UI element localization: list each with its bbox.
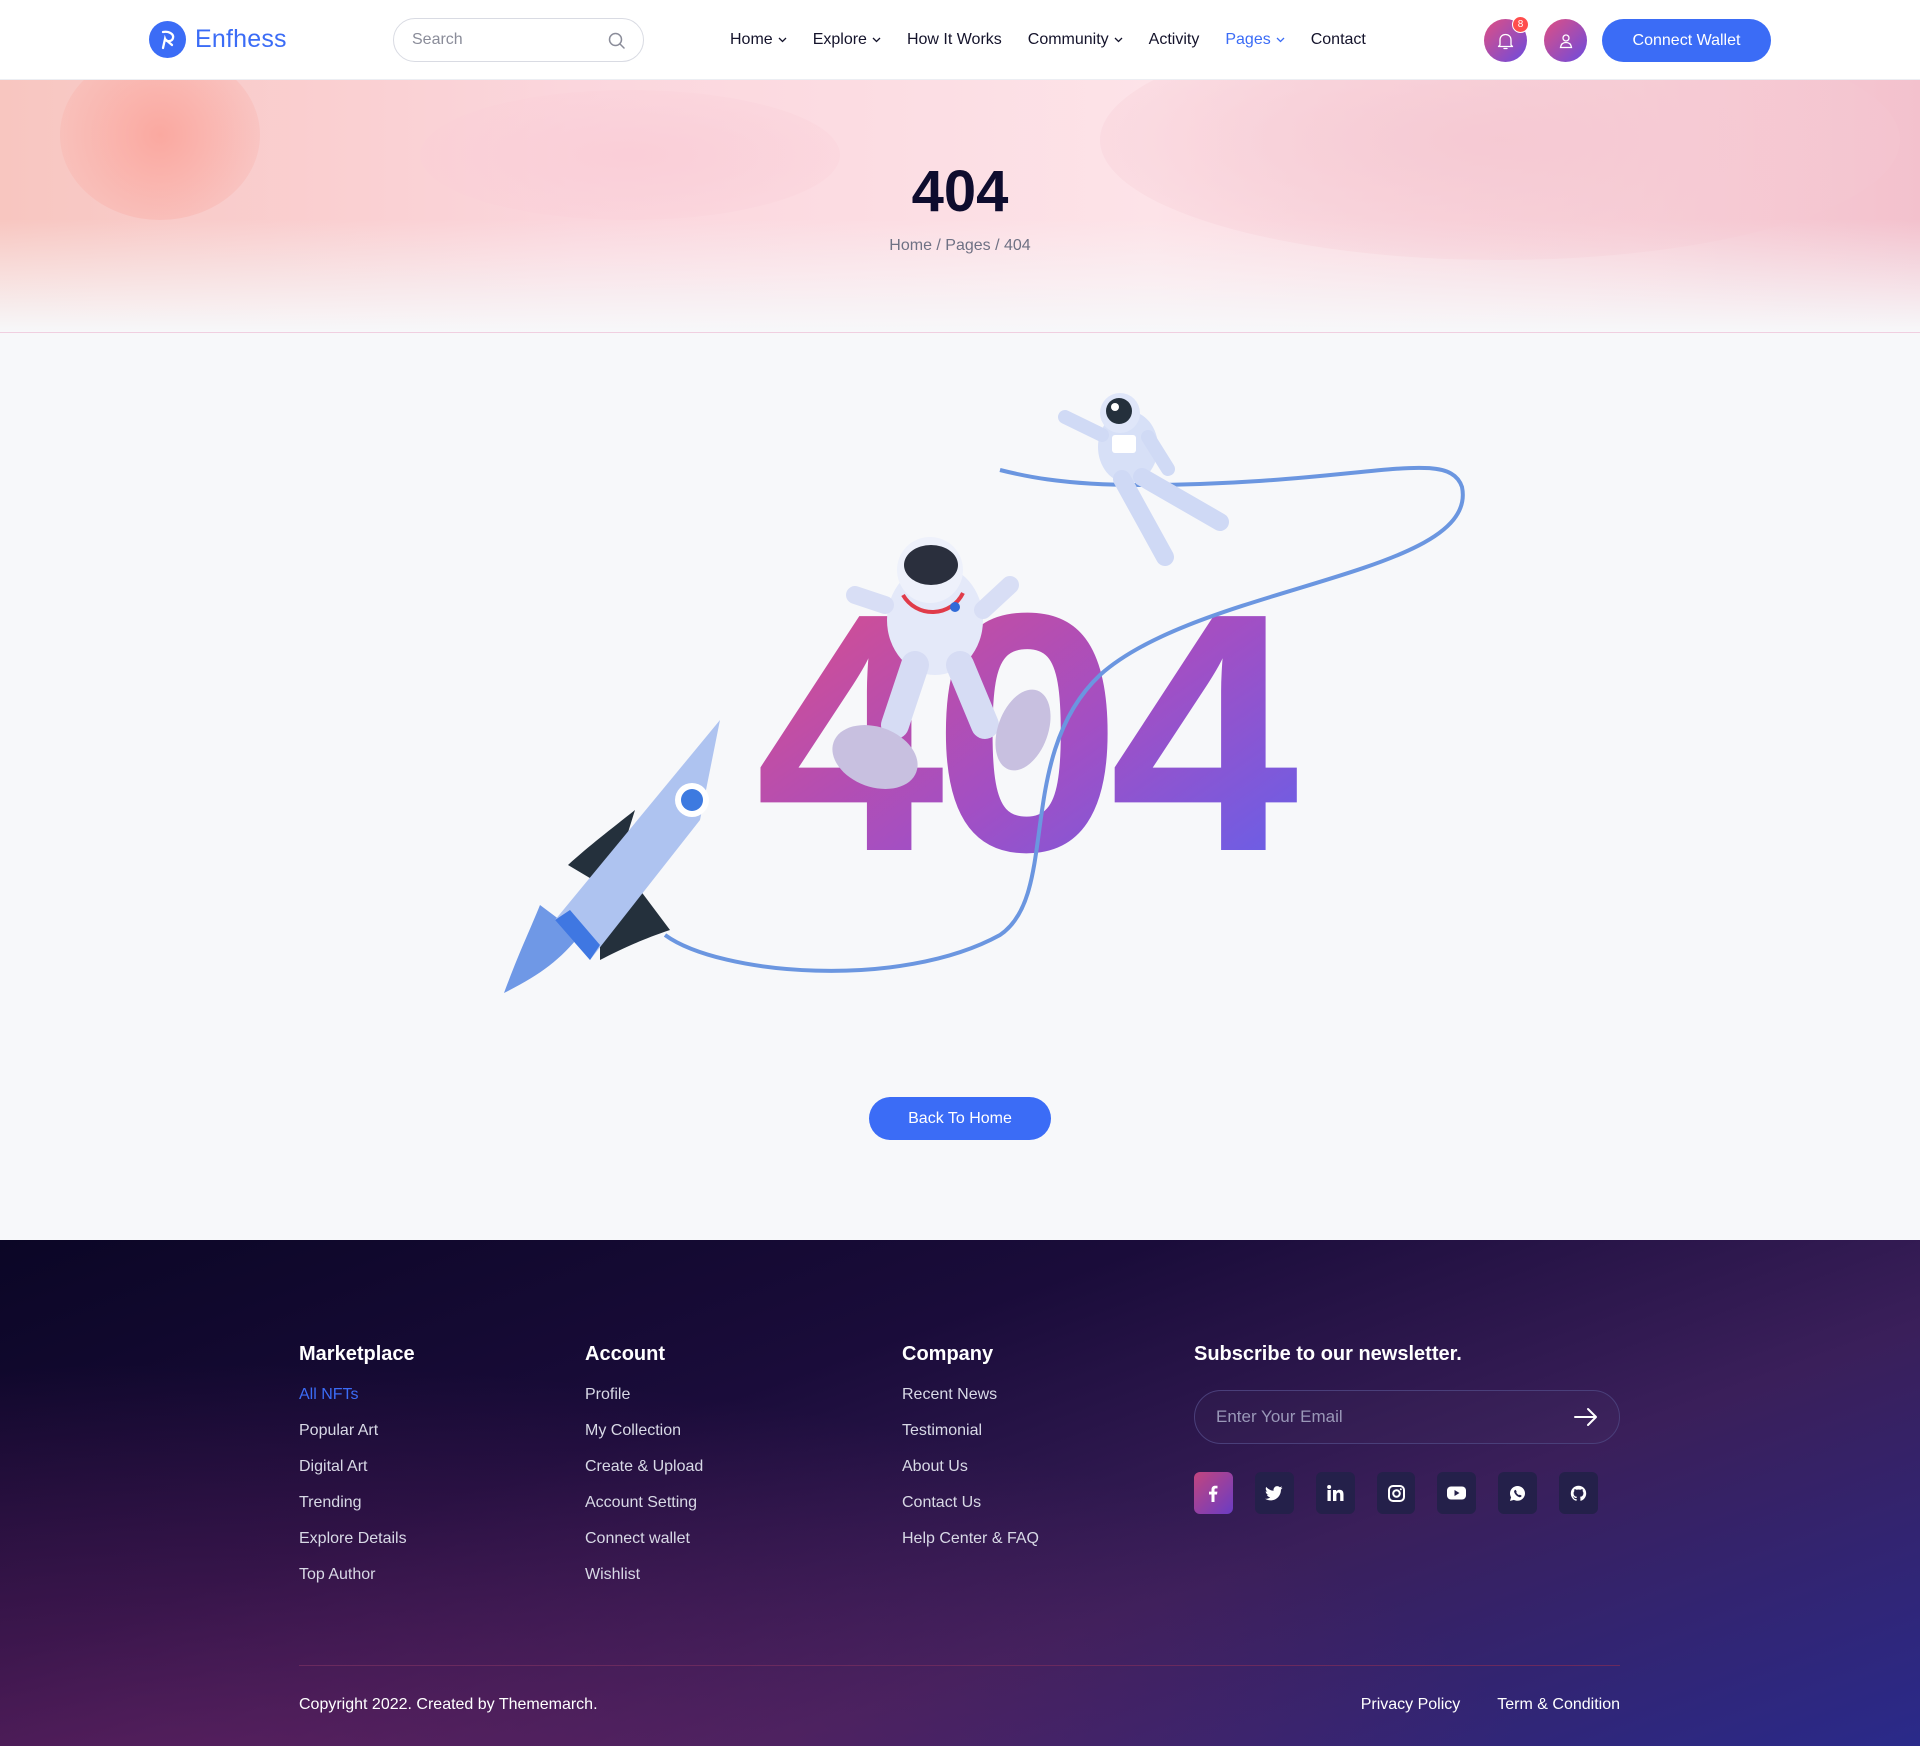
profile-button[interactable]: [1544, 19, 1587, 62]
connect-wallet-button[interactable]: Connect Wallet: [1602, 19, 1771, 62]
newsletter-section: Subscribe to our newsletter.: [1194, 1343, 1620, 1514]
hero-divider: [0, 332, 1920, 333]
brand-name: Enfhess: [195, 25, 287, 53]
copyright-text: Copyright 2022. Created by Thememarch.: [299, 1696, 598, 1713]
page-hero: 404 Home / Pages / 404: [0, 80, 1920, 333]
newsletter-email-input[interactable]: [1216, 1391, 1556, 1443]
nav-community-label: Community: [1027, 31, 1109, 48]
notifications-button[interactable]: 8: [1484, 16, 1529, 62]
bell-icon: [1497, 33, 1514, 49]
footer-link-account-setting[interactable]: Account Setting: [585, 1494, 703, 1511]
footer-column-title: Marketplace: [299, 1343, 415, 1365]
github-icon[interactable]: [1559, 1472, 1599, 1514]
footer-link-trending[interactable]: Trending: [299, 1494, 415, 1511]
footer-account: Account Profile My Collection Create & U…: [585, 1343, 703, 1602]
footer-divider: [299, 1665, 1620, 1666]
legal-links: Privacy Policy Term & Condition: [1324, 1696, 1620, 1714]
nav-pages[interactable]: Pages: [1225, 31, 1285, 49]
whatsapp-icon[interactable]: [1498, 1472, 1538, 1514]
notification-badge: 8: [1512, 16, 1529, 33]
footer-company: Company Recent News Testimonial About Us…: [902, 1343, 1039, 1566]
floating-astronaut: [1058, 393, 1229, 566]
rocket-illustration: [504, 720, 720, 993]
footer-link-popular-art[interactable]: Popular Art: [299, 1422, 415, 1439]
footer-link-explore-details[interactable]: Explore Details: [299, 1530, 415, 1547]
nav-home[interactable]: Home: [730, 31, 787, 49]
footer-link-profile[interactable]: Profile: [585, 1386, 703, 1403]
footer-link-create-upload[interactable]: Create & Upload: [585, 1458, 703, 1475]
arrow-right-icon[interactable]: [1573, 1405, 1599, 1434]
site-header: Enfhess Home Explore How It Works Commun…: [0, 0, 1920, 80]
breadcrumb: Home / Pages / 404: [889, 237, 1031, 254]
footer-link-top-author[interactable]: Top Author: [299, 1566, 415, 1583]
footer-link-digital-art[interactable]: Digital Art: [299, 1458, 415, 1475]
back-to-home-button[interactable]: Back To Home: [869, 1097, 1051, 1140]
search-icon[interactable]: [608, 32, 625, 54]
nav-community[interactable]: Community: [1028, 31, 1123, 49]
footer-link-testimonial[interactable]: Testimonial: [902, 1422, 1039, 1439]
newsletter-form: [1194, 1390, 1620, 1444]
footer-link-connect-wallet[interactable]: Connect wallet: [585, 1530, 703, 1547]
privacy-policy-link[interactable]: Privacy Policy: [1361, 1696, 1461, 1714]
footer-marketplace: Marketplace All NFTs Popular Art Digital…: [299, 1343, 415, 1602]
nav-contact-label: Contact: [1310, 31, 1366, 48]
nav-explore-label: Explore: [812, 31, 867, 48]
facebook-icon[interactable]: [1194, 1472, 1233, 1514]
twitter-icon[interactable]: [1254, 1472, 1294, 1514]
main-nav: Home Explore How It Works Community Acti…: [730, 0, 1392, 80]
nav-home-label: Home: [730, 31, 773, 48]
error-illustration: 404: [504, 393, 1465, 993]
nav-pages-label: Pages: [1225, 31, 1271, 48]
site-footer: Marketplace All NFTs Popular Art Digital…: [0, 1240, 1920, 1746]
footer-link-all-nfts[interactable]: All NFTs: [299, 1386, 415, 1403]
footer-link-recent-news[interactable]: Recent News: [902, 1386, 1039, 1403]
footer-link-my-collection[interactable]: My Collection: [585, 1422, 703, 1439]
nav-activity[interactable]: Activity: [1149, 31, 1200, 49]
chevron-down-icon: [1114, 37, 1123, 43]
chevron-down-icon: [872, 37, 881, 43]
newsletter-title: Subscribe to our newsletter.: [1194, 1343, 1462, 1365]
nav-contact[interactable]: Contact: [1311, 31, 1366, 49]
social-links: [1194, 1472, 1620, 1514]
logo-icon: [149, 21, 186, 58]
nav-explore[interactable]: Explore: [813, 31, 881, 49]
footer-column-title: Company: [902, 1343, 994, 1365]
instagram-icon[interactable]: [1376, 1472, 1416, 1514]
search-box[interactable]: [393, 18, 644, 62]
page-title: 404: [911, 159, 1009, 224]
nav-how-it-works-label: How It Works: [906, 31, 1002, 48]
user-icon: [1559, 33, 1572, 48]
nav-activity-label: Activity: [1148, 31, 1200, 48]
chevron-down-icon: [778, 37, 787, 43]
chevron-down-icon: [1276, 37, 1285, 43]
youtube-icon[interactable]: [1437, 1472, 1477, 1514]
nav-how-it-works[interactable]: How It Works: [907, 31, 1002, 49]
search-input[interactable]: [412, 31, 592, 49]
footer-link-wishlist[interactable]: Wishlist: [585, 1566, 703, 1583]
linkedin-icon[interactable]: [1315, 1472, 1355, 1514]
footer-link-contact-us[interactable]: Contact Us: [902, 1494, 1039, 1511]
footer-link-help-center[interactable]: Help Center & FAQ: [902, 1530, 1039, 1547]
footer-link-about-us[interactable]: About Us: [902, 1458, 1039, 1475]
brand-logo[interactable]: Enfhess: [149, 21, 287, 58]
terms-link[interactable]: Term & Condition: [1497, 1696, 1620, 1714]
footer-column-title: Account: [585, 1343, 665, 1365]
